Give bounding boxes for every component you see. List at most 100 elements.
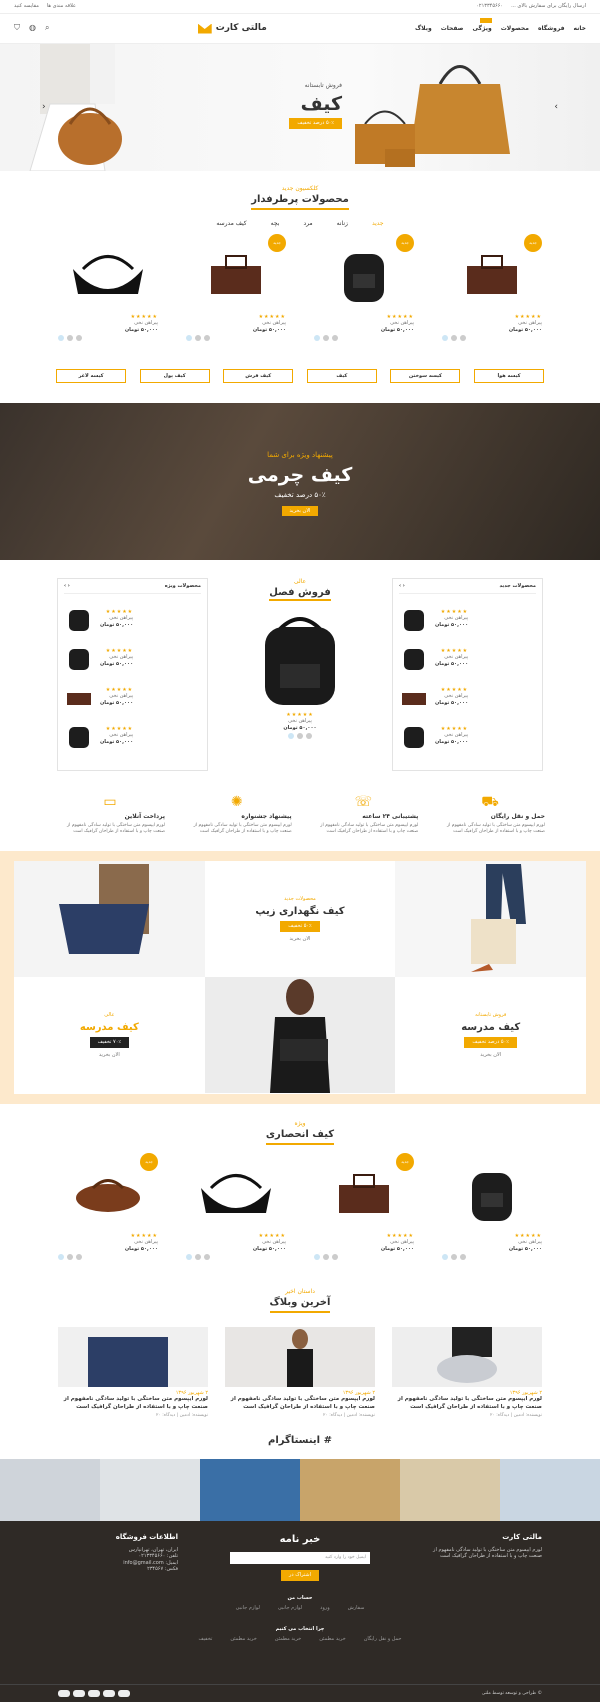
megaphone-icon: ✺: [230, 794, 243, 811]
slider-prev-icon[interactable]: ‹: [42, 102, 46, 114]
promo-link[interactable]: الان بخرید: [255, 936, 344, 943]
mini-product[interactable]: ★★★★★ پیراهن نخی ۵۰,۰۰۰ تومان: [64, 605, 201, 633]
cart-icon[interactable]: ⛉: [14, 23, 20, 33]
new-badge: جدید: [140, 1152, 158, 1171]
payment-icons: [58, 1690, 130, 1698]
instagram-photo[interactable]: [400, 1459, 500, 1522]
promo-image-cell: [204, 976, 396, 1093]
product-price: ۵۰,۰۰۰ تومان: [100, 699, 134, 706]
hero-bags-image: [355, 65, 510, 167]
color-swatches[interactable]: [442, 1254, 542, 1261]
featured-title: محصولات پرطرفدار: [251, 193, 349, 210]
color-swatches[interactable]: [186, 335, 286, 342]
footer-link[interactable]: لوازم جانبی: [236, 1605, 260, 1612]
mini-product[interactable]: ★★★★★ پیراهن نخی ۵۰,۰۰۰ تومان: [399, 605, 536, 633]
nav-home[interactable]: خانه: [574, 25, 586, 33]
tab-women[interactable]: زنانه: [337, 220, 348, 228]
logo[interactable]: مالتی کارت: [197, 23, 267, 35]
blog-post[interactable]: ۲ شهریور ۱۳۹۶ لورم ایپسوم متن ساختگی با …: [225, 1326, 375, 1419]
search-icon[interactable]: ⌕: [45, 23, 49, 33]
box-arrows-icon[interactable]: ‹ ›: [399, 583, 405, 590]
color-swatches[interactable]: [58, 1254, 158, 1261]
color-swatches[interactable]: [314, 335, 414, 342]
wishlist-link[interactable]: علاقه مندی ها: [47, 3, 76, 10]
instagram-photo[interactable]: [0, 1459, 100, 1522]
instagram-photo[interactable]: [500, 1459, 600, 1522]
footer-link[interactable]: سفارش: [348, 1605, 365, 1612]
subscribe-button[interactable]: اشتراک در: [281, 1570, 319, 1581]
category-button[interactable]: کیسه لاغر: [56, 369, 127, 384]
tab-men[interactable]: مرد: [303, 220, 312, 228]
footer-logo[interactable]: مالتی کارت: [422, 1533, 542, 1542]
tab-new[interactable]: جدید: [372, 220, 384, 228]
mini-product[interactable]: ★★★★★ پیراهن نخی ۵۰,۰۰۰ تومان: [64, 644, 201, 672]
footer-link[interactable]: خرید مطمئن: [230, 1636, 256, 1643]
footer-store-info: اطلاعات فروشگاه ایران، تهران، تهرانپارس …: [58, 1533, 178, 1581]
slider-next-icon[interactable]: ›: [554, 102, 558, 114]
product-card[interactable]: جدید ★★★★★ پیراهن نخی ۵۰,۰۰۰ تومان: [442, 233, 542, 342]
product-card[interactable]: جدید ★★★★★ پیراهن نخی ۵۰,۰۰۰ تومان: [186, 233, 286, 342]
promo-button[interactable]: ۷۰٪ تخفیف: [89, 1037, 130, 1048]
mini-product[interactable]: ★★★★★ پیراهن نخی ۵۰,۰۰۰ تومان: [64, 683, 201, 711]
product-card[interactable]: جدید ★★★★★ پیراهن نخی ۵۰,۰۰۰ تومان: [58, 1152, 158, 1261]
nav-blog[interactable]: وبلاگ: [415, 25, 432, 33]
post-title[interactable]: لورم ایپسوم متن ساختگی با تولید سادگی نا…: [392, 1396, 542, 1410]
newsletter-email-input[interactable]: ایمیل خود را وارد کنید: [230, 1552, 370, 1565]
instagram-photo[interactable]: [200, 1459, 300, 1522]
blog-post[interactable]: ۲ شهریور ۱۳۹۶ لورم ایپسوم متن ساختگی با …: [58, 1326, 208, 1419]
instagram-photo[interactable]: [300, 1459, 400, 1522]
nav-pages[interactable]: صفحات: [441, 25, 464, 33]
blog-post[interactable]: ۲ شهریور ۱۳۹۶ لورم ایپسوم متن ساختگی با …: [392, 1326, 542, 1419]
category-button[interactable]: کیف پول: [139, 369, 210, 384]
promo-button[interactable]: ۵۰٪ درصد تخفیف: [464, 1037, 517, 1048]
mini-product[interactable]: ★★★★★ پیراهن نخی ۵۰,۰۰۰ تومان: [399, 683, 536, 711]
promo-image: [270, 978, 331, 1093]
product-card[interactable]: ★★★★★ پیراهن نخی ۵۰,۰۰۰ تومان: [58, 234, 158, 342]
category-button[interactable]: کیسه هوا: [474, 369, 544, 384]
category-button[interactable]: کیف فرش: [223, 369, 294, 384]
compare-link[interactable]: مقایسه کنید: [14, 3, 39, 10]
color-swatches[interactable]: [442, 335, 542, 342]
footer-link[interactable]: لوازم جانبی: [278, 1605, 302, 1612]
user-icon[interactable]: ◍: [29, 23, 36, 33]
box-arrows-icon[interactable]: ‹ ›: [64, 583, 70, 590]
promo-link[interactable]: الان بخرید: [80, 1052, 139, 1059]
hero-kicker: فروش تابستانه: [304, 82, 342, 89]
category-button[interactable]: کیف: [306, 369, 377, 384]
promo-link[interactable]: الان بخرید: [461, 1052, 520, 1059]
tab-school[interactable]: کیف مدرسه: [216, 220, 246, 228]
exclusive-title: کیف انحصاری: [265, 1128, 335, 1145]
season-product-image[interactable]: [250, 609, 350, 709]
color-swatches[interactable]: [225, 733, 375, 740]
color-swatches[interactable]: [186, 1254, 286, 1261]
nav-products[interactable]: محصولات: [501, 25, 529, 33]
footer-link[interactable]: خرید مطمئن: [275, 1636, 301, 1643]
product-card[interactable]: ★★★★★ پیراهن نخی ۵۰,۰۰۰ تومان: [442, 1153, 542, 1261]
nav-features[interactable]: ویژگی: [472, 17, 493, 33]
hero-cta-button[interactable]: ۵۰٪ درصد تخفیف: [289, 118, 342, 129]
category-button[interactable]: کیسه سوختن: [390, 369, 461, 384]
category-buttons: کیسه هوا کیسه سوختن کیف کیف فرش کیف پول …: [0, 369, 600, 384]
post-title[interactable]: لورم ایپسوم متن ساختگی با تولید سادگی نا…: [58, 1396, 208, 1410]
product-card[interactable]: جدید ★★★★★ پیراهن نخی ۵۰,۰۰۰ تومان: [314, 1152, 414, 1261]
product-price: ۵۰,۰۰۰ تومان: [100, 660, 134, 667]
tab-kids[interactable]: بچه: [271, 220, 280, 228]
mini-product[interactable]: ★★★★★ پیراهن نخی ۵۰,۰۰۰ تومان: [399, 644, 536, 672]
product-card[interactable]: ★★★★★ پیراهن نخی ۵۰,۰۰۰ تومان: [186, 1153, 286, 1261]
mini-product[interactable]: ★★★★★ پیراهن نخی ۵۰,۰۰۰ تومان: [399, 722, 536, 750]
promo-button[interactable]: ۵۰٪ تخفیف: [280, 921, 320, 932]
product-card[interactable]: جدید ★★★★★ پیراهن نخی ۵۰,۰۰۰ تومان: [314, 233, 414, 342]
footer-link[interactable]: حمل و نقل رایگان: [364, 1636, 402, 1643]
mini-product[interactable]: ★★★★★ پیراهن نخی ۵۰,۰۰۰ تومان: [64, 722, 201, 750]
product-price: ۵۰,۰۰۰ تومان: [508, 1245, 542, 1252]
topbar: ارسال رایگان برای سفارش بالای ... ۰۲۱۳۳۴…: [0, 0, 600, 14]
color-swatches[interactable]: [58, 335, 158, 342]
footer-link[interactable]: خرید مطمئن: [319, 1636, 345, 1643]
banner-cta-button[interactable]: الان بخرید: [281, 505, 319, 517]
nav-shop[interactable]: فروشگاه: [538, 25, 565, 33]
color-swatches[interactable]: [314, 1254, 414, 1261]
instagram-photo[interactable]: [100, 1459, 200, 1522]
post-title[interactable]: لورم ایپسوم متن ساختگی با تولید سادگی نا…: [225, 1396, 375, 1410]
footer-link[interactable]: ورود: [320, 1605, 329, 1612]
footer-link[interactable]: تخفیف: [199, 1636, 213, 1643]
